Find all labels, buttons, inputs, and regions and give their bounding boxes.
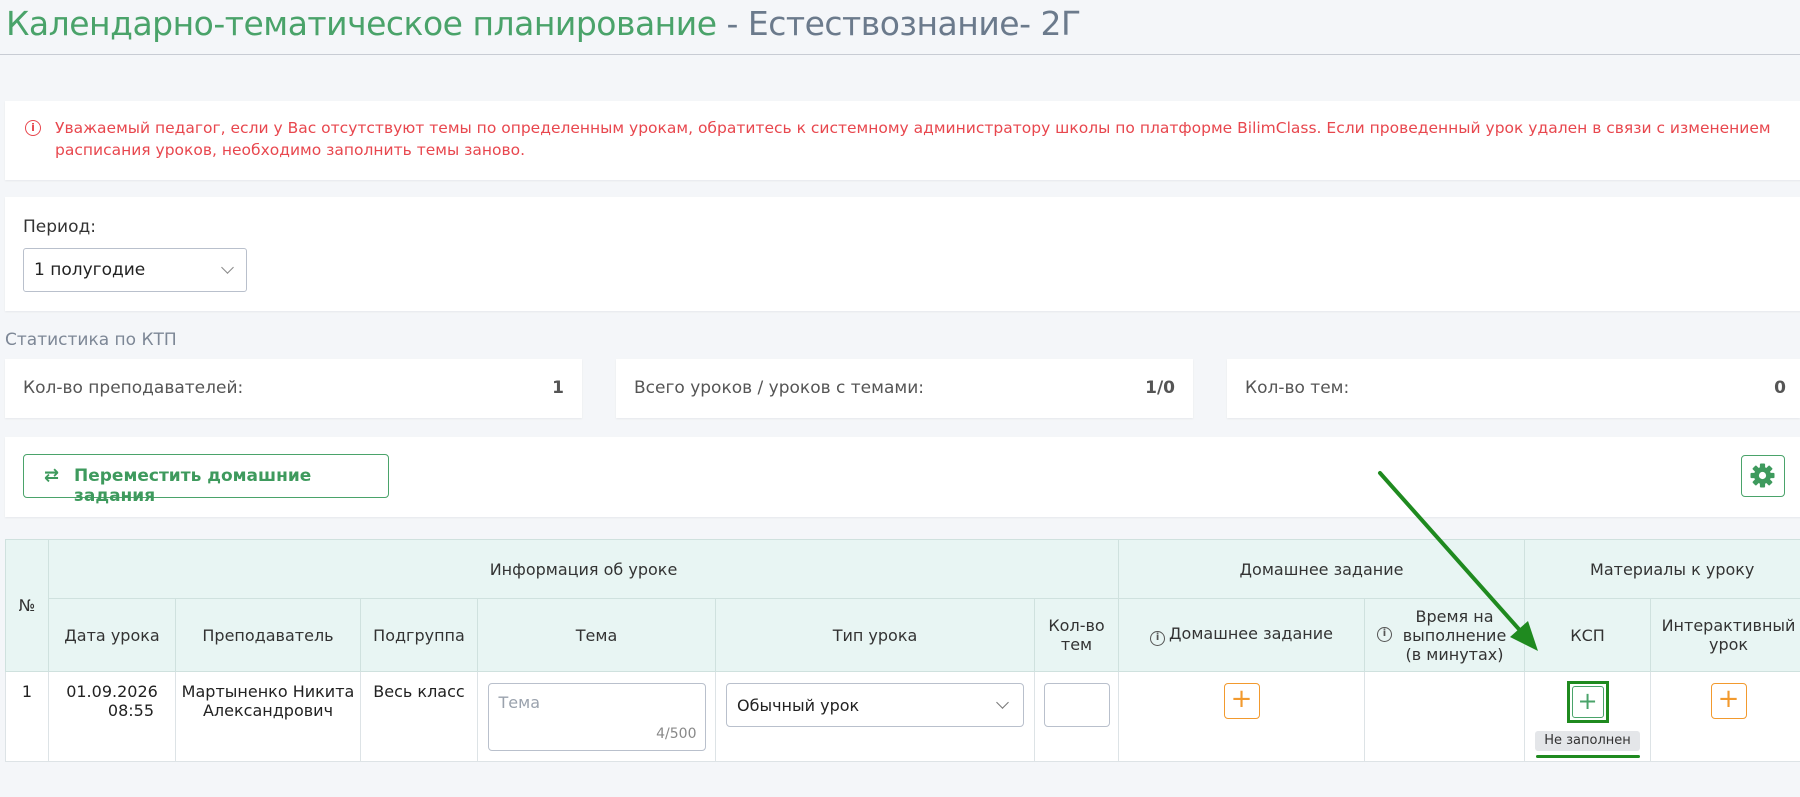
alert-text: Уважаемый педагог, если у Вас отсутствую…: [55, 119, 1771, 159]
group-header-materials: Материалы к уроку: [1524, 539, 1800, 599]
page-title-subject: - Естествознание- 2Г: [716, 4, 1081, 43]
cell-interactive: +: [1650, 671, 1800, 762]
column-header-interactive: Интерактивный урок: [1650, 598, 1800, 672]
info-icon[interactable]: i: [1150, 631, 1166, 646]
group-header-materials-label: Материалы к уроку: [1590, 559, 1755, 579]
period-card: Период: 1 полугодие: [5, 197, 1800, 311]
cell-teacher: Мартыненко Никита Александрович: [175, 671, 361, 762]
annotation-underline: [1535, 755, 1640, 758]
column-header-num: №: [5, 539, 49, 672]
column-header-count: Кол-во тем: [1034, 598, 1119, 672]
column-header-ksp: КСП: [1524, 598, 1652, 672]
lesson-date: 01.09.2026: [66, 682, 158, 701]
stat-lessons: Всего уроков / уроков с темами: 1/0: [616, 359, 1193, 418]
column-header-type: Тип урока: [715, 598, 1035, 672]
add-ksp-button[interactable]: +: [1566, 681, 1609, 723]
column-header-teacher: Преподаватель: [175, 598, 361, 672]
column-header-time: i Время на выполнение (в минутах): [1363, 598, 1526, 672]
cell-count: [1034, 671, 1119, 762]
chevron-down-icon: [996, 696, 1009, 709]
column-header-homework: i Домашнее задание: [1118, 598, 1365, 672]
lesson-type-select[interactable]: Обычный урок: [726, 683, 1024, 727]
cell-topic: Тема 4/500: [477, 671, 716, 762]
column-header-subgroup: Подгруппа: [360, 598, 478, 672]
column-header-homework-label: Домашнее задание: [1169, 624, 1333, 643]
stats-title: Статистика по КТП: [5, 330, 177, 350]
stat-label: Всего уроков / уроков с темами:: [634, 378, 924, 398]
cell-num: 1: [5, 671, 49, 762]
stat-topics: Кол-во тем: 0: [1227, 359, 1800, 418]
page-title-main: Календарно-тематическое планирование: [6, 4, 717, 43]
topic-count-input[interactable]: [1043, 683, 1110, 727]
period-label: Период:: [23, 217, 96, 237]
stat-teachers: Кол-во преподавателей: 1: [5, 359, 582, 418]
add-interactive-lesson-button[interactable]: +: [1710, 683, 1747, 719]
stat-label: Кол-во тем:: [1245, 378, 1350, 398]
ktp-table: № Информация об уроке Домашнее задание М…: [5, 539, 1800, 762]
swap-arrows-icon: ⇄: [44, 465, 60, 486]
column-header-topic: Тема: [477, 598, 716, 672]
period-select-value: 1 полугодие: [34, 260, 146, 280]
settings-button[interactable]: [1741, 455, 1785, 497]
stat-label: Кол-во преподавателей:: [23, 378, 244, 398]
cell-date: 01.09.2026 08:55: [48, 671, 176, 762]
topic-textarea[interactable]: Тема 4/500: [487, 683, 706, 751]
table-row: 1 01.09.2026 08:55 Мартыненко Никита Але…: [5, 671, 1800, 762]
cell-homework: +: [1118, 671, 1365, 762]
lesson-time: 08:55: [107, 701, 154, 720]
column-header-date: Дата урока: [48, 598, 176, 672]
plus-icon: +: [1230, 684, 1253, 714]
topic-placeholder: Тема: [498, 693, 541, 712]
gear-icon: [1750, 463, 1775, 488]
page-title: Календарно-тематическое планирование - Е…: [6, 4, 1081, 43]
chevron-down-icon: [221, 261, 234, 274]
title-divider: [0, 54, 1800, 55]
info-icon[interactable]: i: [1377, 627, 1392, 642]
info-circle-icon: i: [25, 120, 41, 136]
stat-value: 1: [552, 378, 564, 398]
move-homework-label: Переместить домашние задания: [74, 466, 312, 506]
ksp-status-badge: Не заполнен: [1535, 731, 1640, 751]
add-homework-button[interactable]: +: [1223, 683, 1260, 719]
cell-subgroup: Весь класс: [360, 671, 478, 762]
stat-value: 1/0: [1145, 378, 1175, 398]
move-homework-button[interactable]: ⇄ Переместить домашние задания: [23, 454, 389, 506]
lesson-type-value: Обычный урок: [737, 696, 860, 715]
group-header-info: Информация об уроке: [48, 539, 1119, 599]
cell-ksp: + Не заполнен: [1524, 671, 1652, 762]
plus-icon: +: [1717, 684, 1740, 714]
alert-banner: i Уважаемый педагог, если у Вас отсутств…: [5, 101, 1800, 180]
topic-char-counter: 4/500: [656, 726, 697, 742]
toolbar: ⇄ Переместить домашние задания: [5, 437, 1800, 517]
period-select[interactable]: 1 полугодие: [23, 248, 247, 292]
group-header-homework: Домашнее задание: [1117, 539, 1526, 599]
plus-icon: +: [1571, 686, 1604, 718]
stat-value: 0: [1774, 378, 1786, 398]
cell-time: [1363, 671, 1526, 762]
cell-type: Обычный урок: [715, 671, 1035, 762]
